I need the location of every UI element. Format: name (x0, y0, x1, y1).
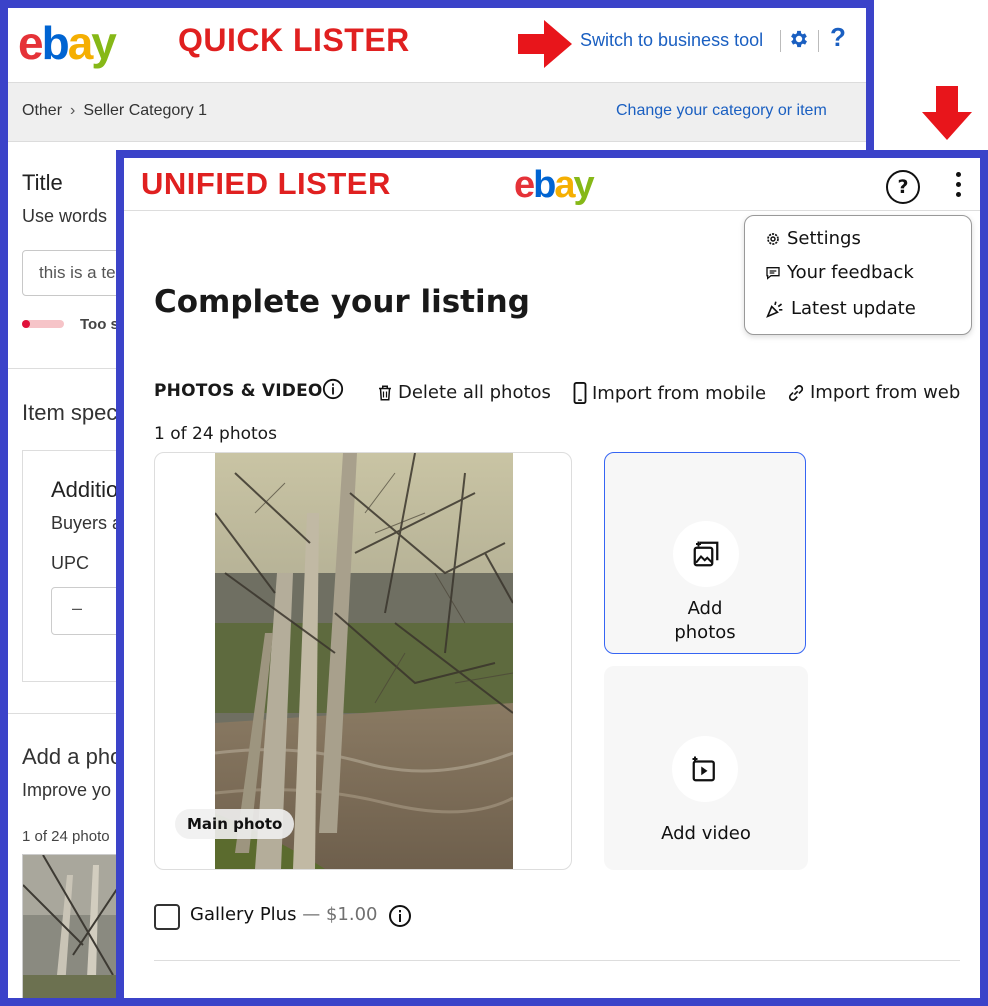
import-from-web-button[interactable]: Import from web (786, 382, 960, 403)
title-heading: Title (22, 170, 63, 195)
breadcrumb-item-other[interactable]: Other (22, 102, 62, 119)
red-arrow-right-icon (518, 20, 572, 68)
title-strength-text: Too s (80, 316, 119, 333)
gallery-plus-label: Gallery Plus — $1.00 (190, 904, 377, 925)
breadcrumb-bar: Other › Seller Category 1 Change your cate… (8, 82, 866, 142)
add-photos-button[interactable]: Add photos (604, 452, 806, 654)
feedback-icon (766, 266, 780, 280)
unified-lister-window: UNIFIED LISTER ebay ? Settings Your feed… (116, 150, 988, 1006)
add-video-icon (692, 756, 715, 782)
switch-to-business-tool-link[interactable]: Switch to business tool (580, 30, 763, 51)
trash-icon (379, 385, 391, 400)
quick-lister-label: QUICK LISTER (178, 22, 410, 58)
overflow-menu: Settings Your feedback Latest update (744, 215, 972, 335)
logo-letter-a: a (67, 17, 94, 69)
gallery-plus-checkbox[interactable] (154, 904, 180, 930)
add-photos-label: Add photos (605, 597, 805, 645)
add-photos-line1: Add (687, 598, 723, 619)
add-photos-icon-circle (673, 521, 739, 587)
photos-video-header: PHOTOS & VIDEO Delete all photos Import … (154, 378, 974, 408)
logo-letter-y: y (573, 164, 595, 206)
quick-lister-header: ebay QUICK LISTER Switch to business too… (8, 8, 866, 82)
additional-subtext: Buyers a (51, 513, 123, 533)
logo-letter-e: e (18, 17, 44, 69)
divider (818, 30, 819, 52)
gallery-plus-price: $1.00 (325, 904, 378, 925)
divider (780, 30, 781, 52)
menu-item-label: Your feedback (787, 262, 914, 283)
add-photo-subtext: Improve yo (22, 780, 112, 800)
menu-item-label: Latest update (791, 298, 916, 319)
item-specifics-heading: Item spec (22, 400, 118, 425)
divider (154, 960, 960, 961)
title-help-text: Use words (22, 206, 108, 226)
change-category-link[interactable]: Change your category or item (616, 102, 827, 120)
celebration-icon (766, 300, 783, 318)
more-options-icon[interactable] (954, 172, 962, 202)
gallery-plus-row: Gallery Plus — $1.00 (154, 904, 754, 934)
logo-letter-b: b (533, 164, 556, 206)
link-icon (788, 384, 804, 401)
page-title: Complete your listing (154, 284, 530, 320)
title-section: Title Use words (22, 170, 107, 226)
mobile-phone-icon (573, 382, 587, 404)
import-from-mobile-button[interactable]: Import from mobile (572, 382, 766, 404)
add-video-icon-circle (672, 736, 738, 802)
import-mobile-label: Import from mobile (592, 382, 767, 404)
menu-item-feedback[interactable]: Your feedback (765, 262, 914, 283)
add-video-label: Add video (661, 823, 751, 844)
menu-item-label: Settings (787, 228, 861, 249)
add-image-icon (693, 541, 719, 567)
main-photo-image (215, 453, 513, 869)
upc-label: UPC (51, 553, 90, 573)
info-icon[interactable] (388, 904, 412, 928)
add-photo-heading: Add a pho (22, 744, 123, 769)
chevron-right-icon: › (70, 102, 76, 119)
title-input-value: this is a te (39, 263, 116, 282)
title-strength-meter (22, 320, 64, 328)
logo-letter-e: e (514, 164, 535, 206)
upc-value: – (72, 598, 83, 618)
breadcrumb-item-seller-category[interactable]: Seller Category 1 (83, 102, 207, 119)
gear-icon[interactable] (788, 28, 810, 50)
menu-item-settings[interactable]: Settings (765, 228, 861, 249)
photo-count: 1 of 24 photos (154, 424, 277, 444)
red-arrow-down-icon (922, 86, 972, 140)
add-photos-line2: photos (674, 622, 736, 643)
photos-video-label: PHOTOS & VIDEO (154, 381, 323, 401)
ebay-logo[interactable]: ebay (18, 17, 117, 69)
logo-letter-a: a (554, 164, 575, 206)
delete-all-photos-button[interactable]: Delete all photos (376, 382, 551, 403)
meter-fill (22, 320, 31, 328)
delete-all-label: Delete all photos (398, 382, 551, 403)
import-web-label: Import from web (810, 382, 961, 403)
additional-heading: Additio (51, 477, 119, 502)
gallery-plus-dash: — (296, 904, 326, 925)
menu-item-latest-update[interactable]: Latest update (765, 298, 916, 319)
help-icon[interactable]: ? (830, 22, 846, 53)
add-video-button[interactable]: Add video (604, 666, 808, 870)
unified-lister-label: UNIFIED LISTER (141, 166, 391, 201)
main-photo-badge: Main photo (175, 809, 295, 839)
photo-count: 1 of 24 photo (22, 828, 110, 845)
breadcrumb: Other › Seller Category 1 (22, 102, 207, 120)
gallery-plus-name: Gallery Plus (190, 904, 297, 925)
logo-letter-y: y (91, 17, 117, 69)
unified-lister-header: UNIFIED LISTER ebay ? (124, 158, 980, 211)
main-photo-card[interactable]: Main photo (154, 452, 572, 870)
logo-letter-b: b (41, 17, 70, 69)
settings-icon (767, 232, 779, 245)
help-circle-icon[interactable]: ? (886, 170, 920, 204)
ebay-logo[interactable]: ebay (514, 162, 595, 208)
info-icon[interactable] (322, 378, 344, 400)
